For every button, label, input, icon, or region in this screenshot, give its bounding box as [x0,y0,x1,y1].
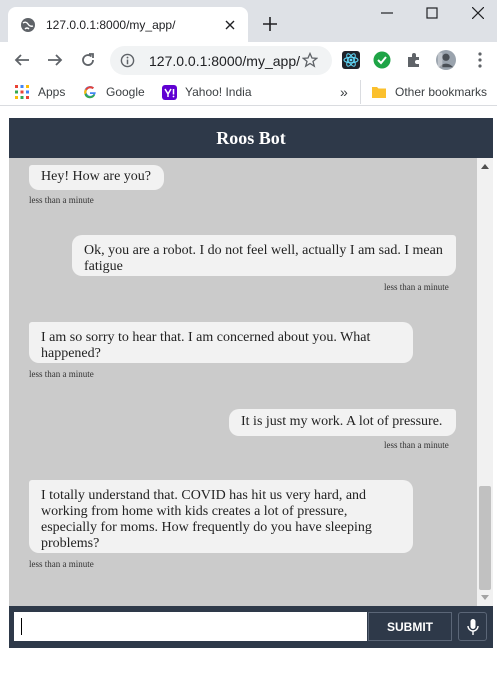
bookmark-label: Yahoo! India [185,85,252,99]
submit-button[interactable]: SUBMIT [368,612,452,641]
chat-title: Roos Bot [216,127,286,148]
url-text: 127.0.0.1:8000/my_app/ [149,52,301,69]
bot-message-bubble: I totally understand that. COVID has hit… [29,480,413,553]
message-timestamp: less than a minute [29,559,94,569]
message-text: It is just my work. A lot of pressure. [241,414,443,429]
apps-grid-icon [14,84,30,100]
page-viewport: Roos Bot Hey! How are you? less than a m… [0,107,497,678]
browser-toolbar: 127.0.0.1:8000/my_app/ [0,42,497,78]
tab-title: 127.0.0.1:8000/my_app/ [46,17,176,32]
message-timestamp: less than a minute [384,282,449,292]
profile-avatar-icon[interactable] [436,50,456,70]
microphone-icon [466,618,479,636]
other-bookmarks[interactable]: Other bookmarks [360,80,487,104]
bookmark-apps[interactable]: Apps [14,83,65,101]
yahoo-icon [161,84,177,100]
forward-arrow-icon[interactable] [45,50,65,70]
globe-icon [20,17,36,33]
scroll-up-arrow-icon[interactable] [477,160,493,172]
bot-message-bubble: I am so sorry to hear that. I am concern… [29,322,413,363]
message-timestamp: less than a minute [29,195,94,205]
folder-icon [371,84,387,100]
message-scrollbar[interactable] [477,158,493,606]
chat-widget: Roos Bot Hey! How are you? less than a m… [9,118,493,648]
extensions-puzzle-icon[interactable] [404,50,424,70]
overflow-label: » [340,84,348,100]
microphone-button[interactable] [458,612,487,641]
reload-icon[interactable] [78,50,98,70]
bookmark-yahoo[interactable]: Yahoo! India [161,83,252,101]
message-text: I am so sorry to hear that. I am concern… [41,330,371,361]
new-tab-icon[interactable] [260,14,280,34]
scroll-down-arrow-icon[interactable] [477,592,493,604]
other-bookmarks-label: Other bookmarks [395,85,488,99]
close-window-icon[interactable] [467,4,489,22]
user-message-bubble: It is just my work. A lot of pressure. [229,409,456,436]
message-input[interactable] [14,612,367,641]
message-timestamp: less than a minute [384,440,449,450]
close-tab-icon[interactable] [222,17,238,33]
user-message-bubble: Ok, you are a robot. I do not feel well,… [72,235,456,276]
bookmark-google[interactable]: Google [82,83,145,101]
react-devtools-icon[interactable] [341,50,361,70]
message-text: Ok, you are a robot. I do not feel well,… [84,243,443,274]
tab-strip: 127.0.0.1:8000/my_app/ [0,0,497,42]
google-icon [82,84,98,100]
bot-message-bubble: Hey! How are you? [29,165,164,190]
browser-tab[interactable]: 127.0.0.1:8000/my_app/ [8,7,248,42]
checkmark-extension-icon[interactable] [372,50,392,70]
bookmarks-bar: Apps Google Yahoo! India » Other bookmar… [0,78,497,106]
address-bar[interactable]: 127.0.0.1:8000/my_app/ [110,46,332,75]
back-arrow-icon[interactable] [12,50,32,70]
bookmark-label: Google [106,85,145,99]
chat-input-bar: SUBMIT [9,606,493,648]
chrome-menu-icon[interactable] [470,50,490,70]
bookmarks-overflow-chevron[interactable]: » [340,83,348,101]
message-text: I totally understand that. COVID has hit… [41,488,372,551]
minimize-icon[interactable] [376,4,398,22]
text-caret [21,618,22,635]
message-timestamp: less than a minute [29,369,94,379]
scroll-thumb[interactable] [479,486,491,590]
info-icon[interactable] [120,53,135,68]
message-list: Hey! How are you? less than a minute Ok,… [9,158,477,606]
bookmark-star-icon[interactable] [300,50,320,70]
bookmark-label: Apps [38,85,66,99]
message-text: Hey! How are you? [41,169,152,184]
maximize-icon[interactable] [421,4,443,22]
chat-header: Roos Bot [9,118,493,158]
